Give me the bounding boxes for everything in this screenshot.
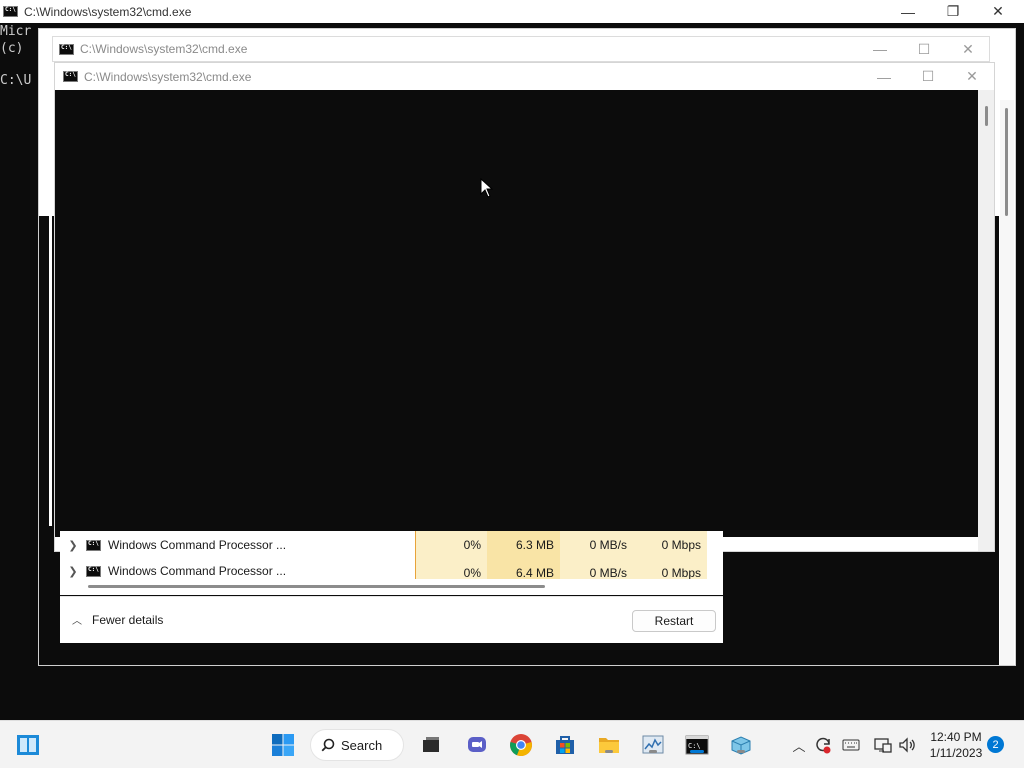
network-cell: 0 Mbps	[633, 559, 707, 579]
network-cell: 0 Mbps	[633, 531, 707, 559]
file-explorer-icon[interactable]	[597, 733, 621, 757]
fewer-details-toggle[interactable]: ︿ Fewer details	[72, 612, 164, 628]
minimize-button[interactable]: —	[858, 37, 902, 61]
process-name-cell: Windows Command Processor ...	[86, 564, 386, 578]
close-button[interactable]: ✕	[976, 0, 1020, 23]
expand-chevron-icon[interactable]: ❯	[60, 565, 86, 578]
cmd-icon	[59, 43, 74, 55]
cmd-icon	[86, 539, 101, 551]
cpu-cell: 0%	[415, 531, 487, 559]
maximize-button[interactable]: ☐	[902, 37, 946, 61]
terminal-icon[interactable]: C:\	[685, 733, 709, 757]
expand-chevron-icon[interactable]: ❯	[60, 539, 86, 552]
scrollbar-thumb[interactable]	[1005, 108, 1008, 216]
restart-button[interactable]: Restart	[632, 610, 716, 632]
disk-cell: 0 MB/s	[560, 559, 633, 579]
scrollbar-thumb[interactable]	[985, 106, 988, 126]
svg-text:C:\: C:\	[688, 742, 701, 750]
disk-cell: 0 MB/s	[560, 531, 633, 559]
search-icon	[321, 738, 335, 752]
fewer-details-label: Fewer details	[92, 612, 164, 627]
cpu-cell: 0%	[415, 559, 487, 579]
horizontal-scrollbar-thumb[interactable]	[88, 585, 545, 588]
chevron-up-icon: ︿	[72, 616, 82, 627]
process-name-cell: Windows Command Processor ...	[86, 538, 386, 552]
console-line: Micr	[0, 24, 32, 39]
process-name: Windows Command Processor ...	[108, 564, 287, 578]
middle-cmd-titlebar[interactable]: C:\Windows\system32\cmd.exe — ☐ ✕	[52, 36, 990, 62]
close-button[interactable]: ✕	[950, 63, 994, 90]
minimize-button[interactable]: —	[886, 0, 930, 23]
cmd-icon	[3, 6, 18, 17]
memory-cell: 6.4 MB	[487, 559, 560, 579]
front-cmd-title: C:\Windows\system32\cmd.exe	[84, 69, 252, 84]
front-cmd-scrollbar[interactable]	[978, 90, 994, 551]
show-hidden-icons-chevron-icon[interactable]: ︿	[787, 733, 811, 757]
clock[interactable]: 12:40 PM 1/11/2023	[926, 729, 986, 761]
notification-badge[interactable]: 2	[987, 736, 1004, 753]
minimize-button[interactable]: —	[862, 63, 906, 90]
taskbar: Search C:\ ︿ 12:40 PM 1/11/2023 2	[0, 720, 1024, 768]
chrome-icon[interactable]	[509, 733, 533, 757]
virtualbox-icon[interactable]	[729, 733, 753, 757]
teams-chat-icon[interactable]	[465, 733, 489, 757]
back-cmd-titlebar[interactable]: C:\Windows\system32\cmd.exe — ❐ ✕	[0, 0, 1024, 23]
front-cmd-titlebar[interactable]: C:\Windows\system32\cmd.exe — ☐ ✕	[55, 63, 994, 90]
store-icon[interactable]	[553, 733, 577, 757]
table-row[interactable]: ❯ Windows Command Processor ... 0% 6.3 M…	[60, 531, 723, 559]
middle-cmd-left-edge	[49, 216, 52, 526]
running-indicator	[605, 750, 613, 753]
restore-button[interactable]: ❐	[931, 0, 975, 23]
back-cmd-title: C:\Windows\system32\cmd.exe	[24, 4, 192, 19]
console-line: C:\U	[0, 73, 32, 88]
widgets-icon[interactable]	[16, 733, 40, 757]
clock-time: 12:40 PM	[930, 730, 982, 744]
mouse-cursor-icon	[480, 178, 494, 198]
middle-cmd-title: C:\Windows\system32\cmd.exe	[80, 42, 248, 56]
task-manager-icon[interactable]	[641, 733, 665, 757]
cmd-icon	[63, 71, 78, 82]
search-label: Search	[341, 737, 383, 753]
update-sync-icon[interactable]	[811, 733, 835, 757]
running-indicator	[737, 750, 745, 753]
start-icon[interactable]	[271, 733, 295, 757]
front-cmd-console[interactable]	[55, 90, 978, 537]
taskbar-search[interactable]: Search	[310, 729, 404, 761]
clock-date: 1/11/2023	[929, 746, 983, 760]
maximize-button[interactable]: ☐	[906, 63, 950, 90]
table-row[interactable]: ❯ Windows Command Processor ... 0% 6.4 M…	[60, 559, 723, 579]
keyboard-icon[interactable]	[839, 733, 863, 757]
memory-cell: 6.3 MB	[487, 531, 560, 559]
task-view-icon[interactable]	[419, 733, 443, 757]
cmd-icon	[86, 565, 101, 577]
console-line: (c)	[0, 41, 24, 56]
close-button[interactable]: ✕	[946, 37, 990, 61]
running-indicator	[690, 750, 704, 753]
volume-icon[interactable]	[895, 733, 919, 757]
network-icon[interactable]	[871, 733, 895, 757]
process-name: Windows Command Processor ...	[108, 538, 287, 552]
running-indicator	[649, 750, 657, 753]
